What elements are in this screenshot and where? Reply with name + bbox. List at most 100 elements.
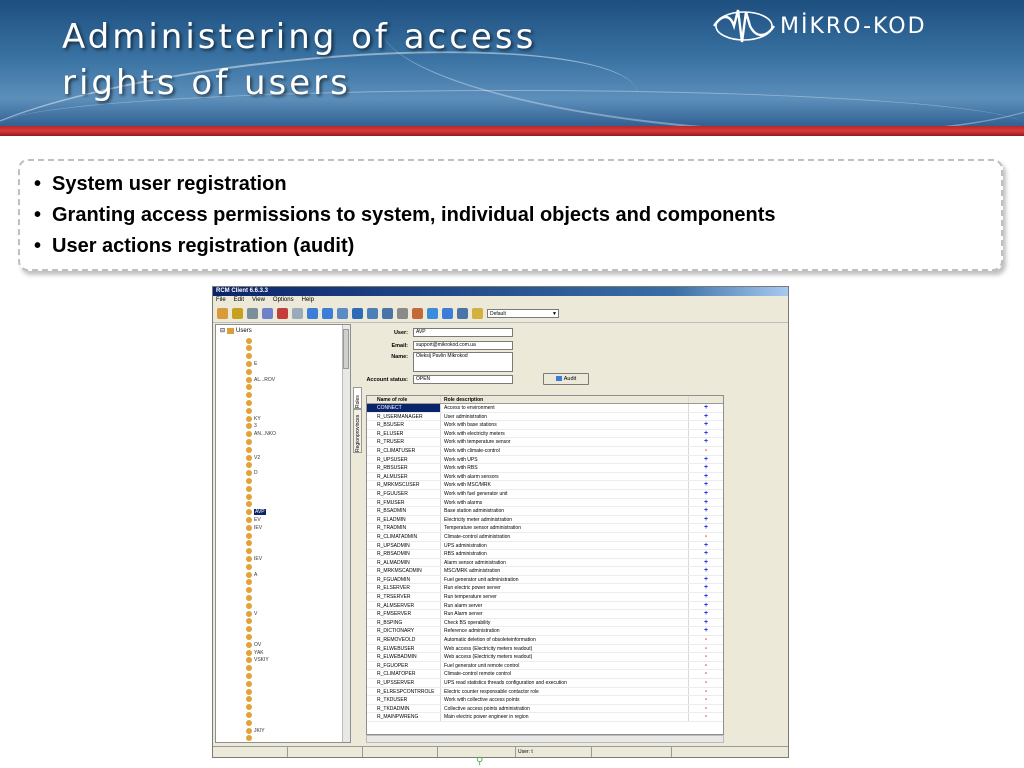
- print-icon[interactable]: [397, 308, 408, 319]
- tree-user-item[interactable]: EV: [246, 516, 261, 523]
- tree-user-item[interactable]: [246, 696, 254, 703]
- tree-user-item[interactable]: [246, 384, 254, 391]
- role-row[interactable]: R_ELADMIN Electricity meter administratio…: [367, 515, 723, 525]
- delete-icon[interactable]: [277, 308, 288, 319]
- menu-help[interactable]: Help: [302, 296, 314, 305]
- tree-user-item[interactable]: [246, 446, 254, 453]
- tree-user-item[interactable]: [246, 711, 254, 718]
- menu-file[interactable]: File: [216, 296, 226, 305]
- report-icon[interactable]: [367, 308, 378, 319]
- tree-user-item[interactable]: [246, 462, 254, 469]
- pen-icon[interactable]: [262, 308, 273, 319]
- role-row[interactable]: R_FMSERVER Run Alarm server +: [367, 610, 723, 619]
- role-granted-flag[interactable]: +: [689, 576, 723, 584]
- col-name-of-role[interactable]: Name of role: [367, 396, 441, 403]
- refresh-icon[interactable]: [442, 308, 453, 319]
- role-row[interactable]: R_ELSERVER Run electric power server +: [367, 584, 723, 594]
- group-icon[interactable]: [247, 308, 258, 319]
- role-row[interactable]: R_CLIMATADMIN Climate-control administrat…: [367, 532, 723, 542]
- tree-user-item[interactable]: [246, 633, 254, 640]
- menu-edit[interactable]: Edit: [234, 296, 244, 305]
- user-field[interactable]: AVP: [413, 328, 513, 337]
- role-row[interactable]: R_DICTIONARY Reference administration +: [367, 627, 723, 637]
- role-denied-flag[interactable]: -: [689, 679, 723, 687]
- tree-user-item[interactable]: [246, 548, 254, 555]
- profile-select[interactable]: Default: [487, 309, 559, 318]
- tree-user-item[interactable]: D: [246, 470, 258, 477]
- role-row[interactable]: R_ALMADMIN Alarm sensor administration +: [367, 558, 723, 568]
- role-granted-flag[interactable]: +: [689, 438, 723, 446]
- tree-user-item[interactable]: [246, 626, 254, 633]
- tree-user-item[interactable]: [246, 438, 254, 445]
- role-granted-flag[interactable]: +: [689, 413, 723, 421]
- tree-user-item[interactable]: [246, 672, 254, 679]
- role-denied-flag[interactable]: -: [689, 645, 723, 653]
- role-denied-flag[interactable]: -: [689, 688, 723, 696]
- role-row[interactable]: R_CLIMATUSER Work with climate-control -: [367, 446, 723, 456]
- role-denied-flag[interactable]: -: [689, 713, 723, 721]
- tree-user-item[interactable]: 3: [246, 423, 257, 430]
- role-row[interactable]: R_USERMANAGER User administration +: [367, 412, 723, 422]
- role-row[interactable]: R_ELWEBUSER Web access (Electricity meter…: [367, 644, 723, 654]
- role-denied-flag[interactable]: -: [689, 447, 723, 455]
- tree-user-item[interactable]: VSKIY: [246, 657, 269, 664]
- role-row[interactable]: R_REMOVEOLD Automatic deletion of obsolet…: [367, 636, 723, 645]
- role-row[interactable]: R_RBSUSER Work with RBS +: [367, 464, 723, 473]
- tree-user-item[interactable]: [246, 540, 254, 547]
- upload-icon[interactable]: [457, 308, 468, 319]
- tree-user-item[interactable]: [246, 407, 254, 414]
- tree-root-users[interactable]: ⊟ Users: [220, 327, 252, 334]
- tree-user-item[interactable]: [246, 337, 254, 344]
- role-granted-flag[interactable]: +: [689, 602, 723, 610]
- role-granted-flag[interactable]: +: [689, 404, 723, 412]
- tree-user-item[interactable]: IEV: [246, 524, 262, 531]
- tab-regionprovinces[interactable]: Regionprovinces: [353, 409, 362, 453]
- role-denied-flag[interactable]: -: [689, 662, 723, 670]
- tree-user-item[interactable]: E: [246, 360, 257, 367]
- audit-button[interactable]: Audit: [543, 373, 589, 385]
- tree-user-item[interactable]: [246, 345, 254, 352]
- tree-user-item[interactable]: KY: [246, 415, 261, 422]
- monitor-icon[interactable]: [322, 308, 333, 319]
- role-row[interactable]: R_CLIMATOPER Climate-control remote contr…: [367, 670, 723, 679]
- tree-user-item[interactable]: [246, 680, 254, 687]
- tree-user-item[interactable]: [246, 392, 254, 399]
- tree-user-item[interactable]: [246, 368, 254, 375]
- chart-icon[interactable]: [337, 308, 348, 319]
- tree-user-item[interactable]: [246, 665, 254, 672]
- tree-user-item[interactable]: [246, 618, 254, 625]
- role-granted-flag[interactable]: +: [689, 499, 723, 507]
- tree-user-item[interactable]: [246, 563, 254, 570]
- role-denied-flag[interactable]: -: [689, 653, 723, 661]
- role-row[interactable]: CONNECT Access to environment +: [367, 404, 723, 413]
- filter-icon[interactable]: [472, 308, 483, 319]
- role-row[interactable]: R_MAINPWRENG Main electric power engineer…: [367, 713, 723, 722]
- tree-user-item[interactable]: [246, 501, 254, 508]
- tree-user-item[interactable]: IEV: [246, 555, 262, 562]
- role-row[interactable]: R_TRUSER Work with temperature sensor +: [367, 438, 723, 447]
- role-row[interactable]: R_FMUSER Work with alarms +: [367, 498, 723, 508]
- users-icon[interactable]: [217, 308, 228, 319]
- role-granted-flag[interactable]: +: [689, 524, 723, 532]
- tree-user-item[interactable]: A: [246, 571, 257, 578]
- tree-user-item[interactable]: AL...ROV: [246, 376, 275, 383]
- role-row[interactable]: R_TKDUSER Work with collective access poi…: [367, 696, 723, 705]
- role-row[interactable]: R_TKDADMIN Collective access points admin…: [367, 704, 723, 714]
- role-row[interactable]: R_ALMUSER Work with alarm sensors +: [367, 472, 723, 482]
- role-granted-flag[interactable]: +: [689, 507, 723, 515]
- role-row[interactable]: R_MRKMSCADMIN MSC/MRK administration +: [367, 567, 723, 576]
- role-row[interactable]: R_BSPING Check BS operability +: [367, 618, 723, 628]
- menu-options[interactable]: Options: [273, 296, 294, 305]
- role-denied-flag[interactable]: -: [689, 636, 723, 644]
- tree-user-item[interactable]: JKIY: [246, 727, 265, 734]
- role-granted-flag[interactable]: +: [689, 516, 723, 524]
- tree-user-item[interactable]: [246, 688, 254, 695]
- tree-user-item[interactable]: [246, 493, 254, 500]
- tree-user-item[interactable]: [246, 353, 254, 360]
- role-row[interactable]: R_UPSSERVER UPS read statistics threads c…: [367, 679, 723, 688]
- tree-user-item[interactable]: [246, 485, 254, 492]
- role-row[interactable]: R_TRADMIN Temperature sensor administrati…: [367, 524, 723, 533]
- role-row[interactable]: R_FGUOPER Fuel generator unit remote cont…: [367, 661, 723, 671]
- role-granted-flag[interactable]: +: [689, 490, 723, 498]
- tree-user-item[interactable]: AVP: [246, 509, 266, 516]
